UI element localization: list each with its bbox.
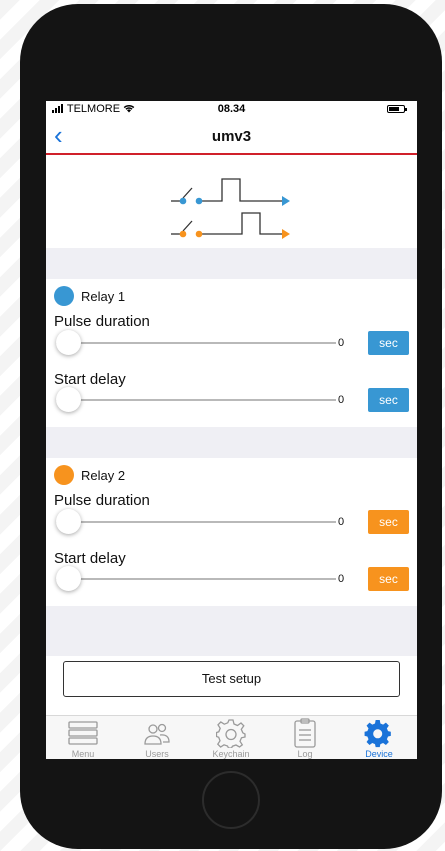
relay-2-delay-value: 0 xyxy=(337,573,345,585)
slider-track xyxy=(56,578,336,580)
home-button[interactable] xyxy=(202,771,260,829)
navigation-bar: ‹ umv3 xyxy=(46,118,417,155)
gear-outline-icon xyxy=(216,719,246,748)
slider-track xyxy=(56,399,336,401)
slider-track xyxy=(56,342,336,344)
tab-bar: Menu Users Keychain Log Device xyxy=(46,715,417,759)
tab-device[interactable]: Device xyxy=(342,716,416,759)
status-time: 08.34 xyxy=(217,103,246,115)
relay-2-pulse-label: Pulse duration xyxy=(54,492,150,509)
tab-log[interactable]: Log xyxy=(268,716,342,759)
relay-2-card: Relay 2 Pulse duration 0 sec Start delay… xyxy=(46,458,417,606)
relay-2-name: Relay 2 xyxy=(81,468,126,483)
relay-1-delay-slider[interactable] xyxy=(56,387,336,413)
relay-2-pulse-slider[interactable] xyxy=(56,509,336,535)
tab-keychain[interactable]: Keychain xyxy=(194,716,268,759)
relay-2-delay-slider[interactable] xyxy=(56,566,336,592)
relay-1-pulse-slider[interactable] xyxy=(56,330,336,356)
app-screen: TELMORE 08.34 ‹ umv3 Relay 1 Pulse durat… xyxy=(46,101,417,759)
relay-2-indicator xyxy=(54,465,74,485)
gear-icon xyxy=(364,720,391,748)
relay-1-delay-label: Start delay xyxy=(54,371,126,388)
relay-2-pulse-value: 0 xyxy=(337,516,345,528)
relay-1-delay-unit-button[interactable]: sec xyxy=(368,388,409,412)
relay-diagram xyxy=(46,155,417,248)
slider-thumb[interactable] xyxy=(56,566,81,591)
relay-1-indicator xyxy=(54,286,74,306)
section-separator xyxy=(46,606,417,656)
relay-timing-diagram-icon xyxy=(171,178,290,239)
tab-menu[interactable]: Menu xyxy=(46,716,120,759)
slider-thumb[interactable] xyxy=(56,509,81,534)
tab-users-label: Users xyxy=(145,749,169,759)
relay-1-pulse-label: Pulse duration xyxy=(54,313,150,330)
relay-2-delay-unit-button[interactable]: sec xyxy=(368,567,409,591)
status-bar: TELMORE 08.34 xyxy=(46,101,417,118)
relay-1-pulse-unit-button[interactable]: sec xyxy=(368,331,409,355)
relay-1-name: Relay 1 xyxy=(81,289,126,304)
relay-2-pulse-unit-button[interactable]: sec xyxy=(368,510,409,534)
page-title: umv3 xyxy=(211,128,252,145)
section-separator xyxy=(46,427,417,458)
tab-menu-label: Menu xyxy=(71,749,95,759)
section-separator xyxy=(46,248,417,279)
relay-1-delay-value: 0 xyxy=(337,394,345,406)
slider-thumb[interactable] xyxy=(56,330,81,355)
relay-2-delay-label: Start delay xyxy=(54,550,126,567)
clipboard-icon xyxy=(294,718,316,748)
slider-thumb[interactable] xyxy=(56,387,81,412)
battery-icon xyxy=(387,105,407,113)
tab-log-label: Log xyxy=(297,749,313,759)
test-setup-button[interactable]: Test setup xyxy=(63,661,400,697)
users-icon xyxy=(144,723,170,745)
relay-1-pulse-value: 0 xyxy=(337,337,345,349)
tab-users[interactable]: Users xyxy=(120,716,194,759)
slider-track xyxy=(56,521,336,523)
relay-1-card: Relay 1 Pulse duration 0 sec Start delay… xyxy=(46,279,417,427)
menu-icon xyxy=(68,721,98,745)
tab-device-label: Device xyxy=(365,749,393,759)
tab-keychain-label: Keychain xyxy=(212,749,250,759)
